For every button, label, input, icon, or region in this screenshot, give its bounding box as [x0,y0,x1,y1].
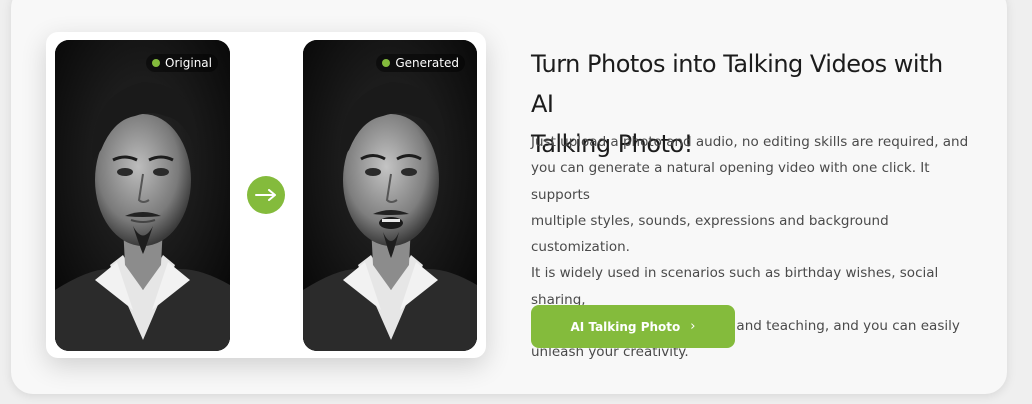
chevron-right-icon: › [690,319,696,334]
original-label: Original [165,56,212,70]
status-dot-icon [152,59,161,67]
status-dot-icon [382,59,391,67]
original-badge: Original [146,54,218,72]
headline-line-1: Turn Photos into Talking Videos with AI [531,50,943,118]
arrow-glyph [255,189,276,201]
right-arrow-icon [247,176,285,214]
generated-photo: Generated [303,40,477,351]
description-line: multiple styles, sounds, expressions and… [531,212,889,256]
original-photo: Original [55,40,230,351]
description-line: It is widely used in scenarios such as b… [531,265,939,308]
description-line: Just upload a photo and audio, no editin… [531,134,969,150]
portrait-image-talking [303,40,477,351]
ai-talking-photo-button[interactable]: AI Talking Photo › [531,305,735,348]
portrait-image [55,40,230,351]
description-line: you can generate a natural opening video… [531,160,930,203]
generated-label: Generated [395,56,459,70]
generated-badge: Generated [376,54,465,72]
cta-label: AI Talking Photo [570,319,681,334]
